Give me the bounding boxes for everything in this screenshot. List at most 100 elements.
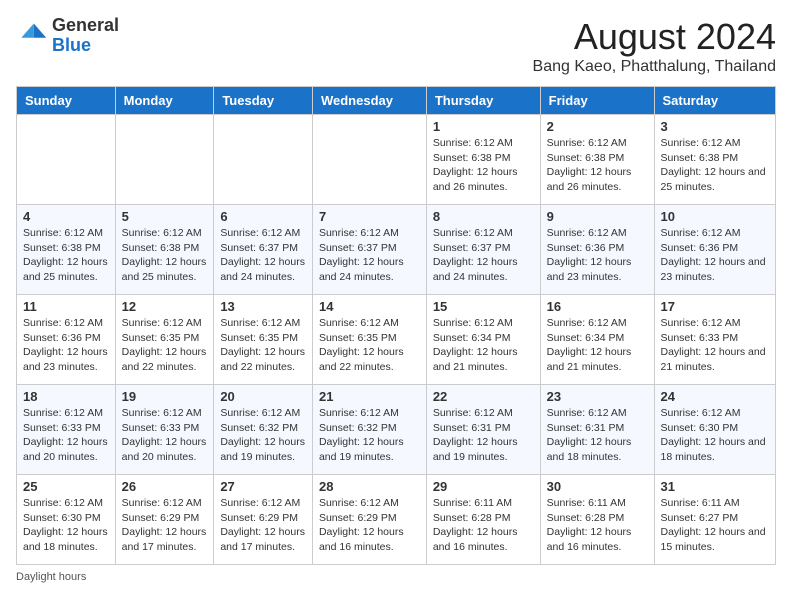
calendar-cell: 7 Sunrise: 6:12 AM Sunset: 6:37 PM Daylig… <box>312 205 426 295</box>
calendar-cell: 19 Sunrise: 6:12 AM Sunset: 6:33 PM Dayli… <box>115 385 214 475</box>
day-number: 11 <box>23 299 109 314</box>
day-info: Sunrise: 6:12 AM Sunset: 6:37 PM Dayligh… <box>319 226 420 285</box>
calendar-cell <box>312 115 426 205</box>
calendar-cell: 10Sunrise: 6:12 AM Sunset: 6:36 PM Dayli… <box>654 205 776 295</box>
day-info: Sunrise: 6:12 AM Sunset: 6:35 PM Dayligh… <box>220 316 306 375</box>
col-header-friday: Friday <box>540 87 654 115</box>
day-info: Sunrise: 6:12 AM Sunset: 6:38 PM Dayligh… <box>433 136 534 195</box>
day-info: Sunrise: 6:11 AM Sunset: 6:28 PM Dayligh… <box>547 496 648 555</box>
day-number: 27 <box>220 479 306 494</box>
header: General Blue August 2024 Bang Kaeo, Phat… <box>16 16 776 76</box>
calendar-cell: 20 Sunrise: 6:12 AM Sunset: 6:32 PM Dayli… <box>214 385 313 475</box>
day-number: 30 <box>547 479 648 494</box>
day-number: 15 <box>433 299 534 314</box>
day-number: 2 <box>547 119 648 134</box>
day-info: Sunrise: 6:12 AM Sunset: 6:34 PM Dayligh… <box>433 316 534 375</box>
day-info: Sunrise: 6:12 AM Sunset: 6:36 PM Dayligh… <box>547 226 648 285</box>
calendar-cell: 16Sunrise: 6:12 AM Sunset: 6:34 PM Dayli… <box>540 295 654 385</box>
calendar-cell: 25 Sunrise: 6:12 AM Sunset: 6:30 PM Dayli… <box>17 475 116 565</box>
day-info: Sunrise: 6:12 AM Sunset: 6:38 PM Dayligh… <box>661 136 770 195</box>
day-info: Sunrise: 6:12 AM Sunset: 6:32 PM Dayligh… <box>319 406 420 465</box>
day-number: 4 <box>23 209 109 224</box>
calendar-cell <box>214 115 313 205</box>
day-info: Sunrise: 6:12 AM Sunset: 6:36 PM Dayligh… <box>661 226 770 285</box>
day-info: Sunrise: 6:12 AM Sunset: 6:33 PM Dayligh… <box>661 316 770 375</box>
day-info: Sunrise: 6:12 AM Sunset: 6:29 PM Dayligh… <box>319 496 420 555</box>
col-header-sunday: Sunday <box>17 87 116 115</box>
calendar-cell: 14 Sunrise: 6:12 AM Sunset: 6:35 PM Dayli… <box>312 295 426 385</box>
col-header-monday: Monday <box>115 87 214 115</box>
calendar-cell: 22Sunrise: 6:12 AM Sunset: 6:31 PM Dayli… <box>426 385 540 475</box>
day-info: Sunrise: 6:12 AM Sunset: 6:30 PM Dayligh… <box>23 496 109 555</box>
day-info: Sunrise: 6:12 AM Sunset: 6:32 PM Dayligh… <box>220 406 306 465</box>
day-number: 24 <box>661 389 770 404</box>
day-info: Sunrise: 6:12 AM Sunset: 6:35 PM Dayligh… <box>122 316 208 375</box>
day-number: 13 <box>220 299 306 314</box>
day-info: Sunrise: 6:12 AM Sunset: 6:29 PM Dayligh… <box>220 496 306 555</box>
calendar-table: SundayMondayTuesdayWednesdayThursdayFrid… <box>16 86 776 565</box>
daylight-label: Daylight hours <box>16 571 86 583</box>
calendar-cell: 9Sunrise: 6:12 AM Sunset: 6:36 PM Daylig… <box>540 205 654 295</box>
day-number: 18 <box>23 389 109 404</box>
day-number: 6 <box>220 209 306 224</box>
calendar-cell: 24 Sunrise: 6:12 AM Sunset: 6:30 PM Dayli… <box>654 385 776 475</box>
day-number: 19 <box>122 389 208 404</box>
calendar-week-4: 18 Sunrise: 6:12 AM Sunset: 6:33 PM Dayli… <box>17 385 776 475</box>
day-info: Sunrise: 6:12 AM Sunset: 6:38 PM Dayligh… <box>122 226 208 285</box>
day-info: Sunrise: 6:12 AM Sunset: 6:30 PM Dayligh… <box>661 406 770 465</box>
calendar-cell: 6 Sunrise: 6:12 AM Sunset: 6:37 PM Daylig… <box>214 205 313 295</box>
calendar-week-2: 4 Sunrise: 6:12 AM Sunset: 6:38 PM Daylig… <box>17 205 776 295</box>
calendar-cell: 4Sunrise: 6:12 AM Sunset: 6:38 PM Daylig… <box>17 205 116 295</box>
calendar-cell: 26Sunrise: 6:12 AM Sunset: 6:29 PM Dayli… <box>115 475 214 565</box>
calendar-week-5: 25 Sunrise: 6:12 AM Sunset: 6:30 PM Dayli… <box>17 475 776 565</box>
day-number: 20 <box>220 389 306 404</box>
day-number: 5 <box>122 209 208 224</box>
calendar-cell: 5 Sunrise: 6:12 AM Sunset: 6:38 PM Daylig… <box>115 205 214 295</box>
day-number: 17 <box>661 299 770 314</box>
header-row: SundayMondayTuesdayWednesdayThursdayFrid… <box>17 87 776 115</box>
calendar-cell: 8 Sunrise: 6:12 AM Sunset: 6:37 PM Daylig… <box>426 205 540 295</box>
generalblue-logo-icon <box>16 20 48 52</box>
day-number: 3 <box>661 119 770 134</box>
logo: General Blue <box>16 16 119 56</box>
day-info: Sunrise: 6:12 AM Sunset: 6:38 PM Dayligh… <box>547 136 648 195</box>
day-number: 8 <box>433 209 534 224</box>
day-number: 25 <box>23 479 109 494</box>
day-number: 16 <box>547 299 648 314</box>
day-info: Sunrise: 6:11 AM Sunset: 6:28 PM Dayligh… <box>433 496 534 555</box>
calendar-cell: 29 Sunrise: 6:11 AM Sunset: 6:28 PM Dayli… <box>426 475 540 565</box>
day-number: 14 <box>319 299 420 314</box>
day-info: Sunrise: 6:12 AM Sunset: 6:35 PM Dayligh… <box>319 316 420 375</box>
calendar-cell: 31Sunrise: 6:11 AM Sunset: 6:27 PM Dayli… <box>654 475 776 565</box>
calendar-cell: 28 Sunrise: 6:12 AM Sunset: 6:29 PM Dayli… <box>312 475 426 565</box>
calendar-cell: 27 Sunrise: 6:12 AM Sunset: 6:29 PM Dayli… <box>214 475 313 565</box>
col-header-tuesday: Tuesday <box>214 87 313 115</box>
day-number: 21 <box>319 389 420 404</box>
month-year-title: August 2024 <box>533 16 776 58</box>
col-header-thursday: Thursday <box>426 87 540 115</box>
day-info: Sunrise: 6:12 AM Sunset: 6:31 PM Dayligh… <box>547 406 648 465</box>
day-info: Sunrise: 6:12 AM Sunset: 6:33 PM Dayligh… <box>23 406 109 465</box>
day-info: Sunrise: 6:12 AM Sunset: 6:37 PM Dayligh… <box>220 226 306 285</box>
calendar-cell: 15 Sunrise: 6:12 AM Sunset: 6:34 PM Dayli… <box>426 295 540 385</box>
day-number: 12 <box>122 299 208 314</box>
footer-note: Daylight hours <box>16 571 776 583</box>
calendar-cell: 11Sunrise: 6:12 AM Sunset: 6:36 PM Dayli… <box>17 295 116 385</box>
logo-general-text: General <box>52 15 119 35</box>
day-info: Sunrise: 6:11 AM Sunset: 6:27 PM Dayligh… <box>661 496 770 555</box>
day-number: 29 <box>433 479 534 494</box>
calendar-cell <box>17 115 116 205</box>
calendar-cell: 30 Sunrise: 6:11 AM Sunset: 6:28 PM Dayli… <box>540 475 654 565</box>
day-info: Sunrise: 6:12 AM Sunset: 6:37 PM Dayligh… <box>433 226 534 285</box>
day-info: Sunrise: 6:12 AM Sunset: 6:33 PM Dayligh… <box>122 406 208 465</box>
calendar-week-1: 1Sunrise: 6:12 AM Sunset: 6:38 PM Daylig… <box>17 115 776 205</box>
calendar-cell: 2 Sunrise: 6:12 AM Sunset: 6:38 PM Daylig… <box>540 115 654 205</box>
calendar-cell: 18 Sunrise: 6:12 AM Sunset: 6:33 PM Dayli… <box>17 385 116 475</box>
day-number: 28 <box>319 479 420 494</box>
day-number: 7 <box>319 209 420 224</box>
calendar-cell: 1Sunrise: 6:12 AM Sunset: 6:38 PM Daylig… <box>426 115 540 205</box>
calendar-cell: 13 Sunrise: 6:12 AM Sunset: 6:35 PM Dayli… <box>214 295 313 385</box>
calendar-cell: 17 Sunrise: 6:12 AM Sunset: 6:33 PM Dayli… <box>654 295 776 385</box>
calendar-cell: 23 Sunrise: 6:12 AM Sunset: 6:31 PM Dayli… <box>540 385 654 475</box>
day-number: 23 <box>547 389 648 404</box>
